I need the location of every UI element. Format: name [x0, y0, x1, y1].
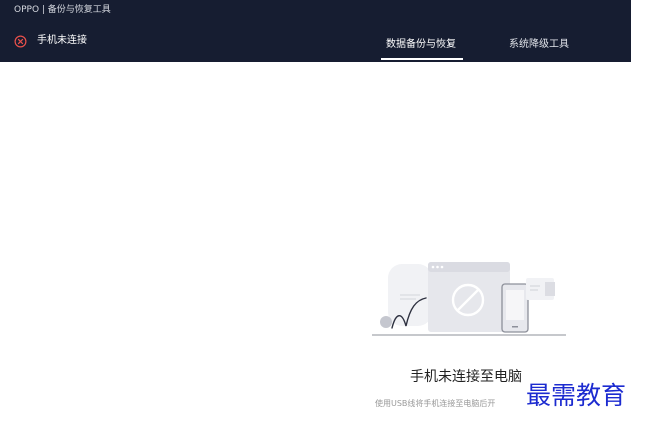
empty-state-title: 手机未连接至电脑: [410, 369, 522, 385]
watermark: 最需教育: [526, 381, 627, 410]
tab-system-downgrade[interactable]: 系统降级工具: [509, 38, 569, 52]
empty-state-description: 使用USB线将手机连接至电脑后开: [375, 399, 496, 408]
close-circle-icon: [14, 35, 27, 47]
connection-status-text: 手机未连接: [37, 35, 87, 46]
tab-data-backup-restore[interactable]: 数据备份与恢复: [386, 38, 456, 52]
connection-status: 手机未连接: [14, 33, 87, 49]
app-title: OPPO | 备份与恢复工具: [14, 5, 111, 15]
active-tab-indicator: [381, 58, 463, 60]
title-bar: OPPO | 备份与恢复工具 手机未连接 数据备份与恢复 系统降级工具: [0, 0, 631, 62]
phone-disconnected-illustration: [372, 262, 566, 336]
